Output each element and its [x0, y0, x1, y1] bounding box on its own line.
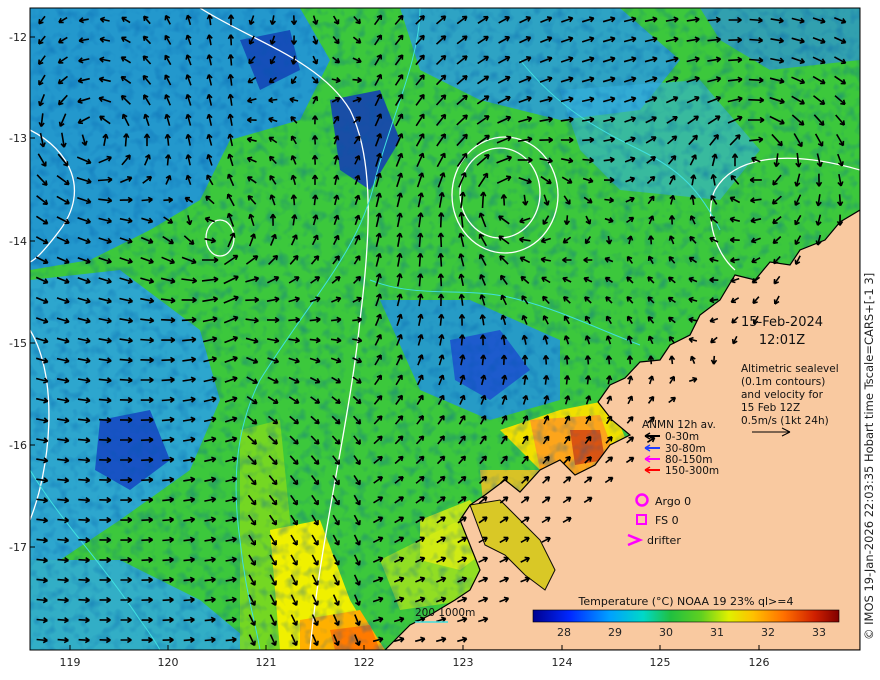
colorbar-tick-29: 29: [608, 626, 622, 639]
lat-tick-13: -13: [9, 132, 27, 145]
colorbar: [532, 609, 840, 623]
map-date: 15-Feb-2024: [741, 315, 823, 330]
lat-tick-17: -17: [9, 541, 27, 554]
drifter-label: drifter: [647, 534, 681, 547]
sst-map-figure: 119 120 121 122 123 124 125 126 -12 -13 …: [9, 7, 861, 669]
colorbar-tick-28: 28: [557, 626, 571, 639]
desc-line-4: 15 Feb 12Z: [741, 402, 800, 414]
map-time: 12:01Z: [759, 333, 805, 348]
argo-label: Argo 0: [655, 495, 691, 508]
desc-line-5: 0.5m/s (1kt 24h): [741, 415, 829, 427]
lon-tick-123: 123: [453, 656, 474, 669]
bathymetry-label: 200 1000m: [415, 607, 475, 619]
lat-tick-12: -12: [9, 31, 27, 44]
anmn-label-3: 150-300m: [665, 465, 719, 477]
lat-tick-16: -16: [9, 439, 27, 452]
colorbar-tick-31: 31: [710, 626, 724, 639]
desc-line-2: (0.1m contours): [741, 376, 825, 388]
lon-tick-119: 119: [60, 656, 81, 669]
colorbar-tick-30: 30: [659, 626, 673, 639]
anmn-legend-title: ANMN 12h av.: [642, 419, 716, 431]
desc-line-3: and velocity for: [741, 389, 824, 401]
lon-tick-120: 120: [158, 656, 179, 669]
lon-tick-125: 125: [650, 656, 671, 669]
lat-tick-14: -14: [9, 235, 27, 248]
desc-line-1: Altimetric sealevel: [741, 363, 839, 375]
lon-tick-126: 126: [749, 656, 770, 669]
lon-tick-121: 121: [256, 656, 277, 669]
anmn-label-0: 0-30m: [665, 431, 699, 443]
credit-text: © IMOS 19-Jan-2026 22:03:35 Hobart time …: [862, 10, 878, 640]
lat-tick-15: -15: [9, 337, 27, 350]
colorbar-tick-33: 33: [812, 626, 826, 639]
lon-tick-122: 122: [354, 656, 375, 669]
colorbar-tick-32: 32: [761, 626, 775, 639]
colorbar-title: Temperature (°C) NOAA 19 23% ql>=4: [578, 595, 794, 608]
credit-label: © IMOS 19-Jan-2026 22:03:35 Hobart time …: [862, 272, 876, 640]
lon-tick-124: 124: [552, 656, 573, 669]
fs-label: FS 0: [655, 514, 679, 527]
